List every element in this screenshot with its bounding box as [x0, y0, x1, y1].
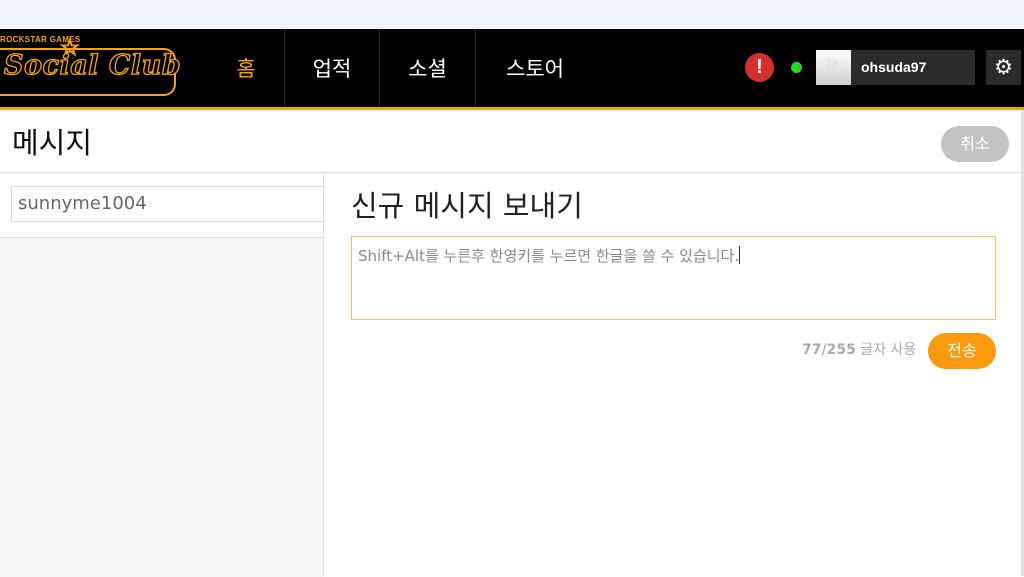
logo-script-text: Social Club	[3, 49, 182, 81]
message-textarea[interactable]: Shift+Alt를 누른후 한영키를 누르면 한글을 쓸 수 있습니다.	[351, 236, 996, 320]
character-counter: 77/255 글자 사용	[802, 339, 916, 359]
char-count-label: 글자 사용	[860, 342, 917, 358]
social-club-logo[interactable]: ROCKSTAR GAMES ☆ Social Club	[0, 36, 182, 102]
nav-item-social[interactable]: 소셜	[380, 29, 476, 107]
text-caret	[739, 246, 741, 264]
cancel-button[interactable]: 취소	[941, 126, 1009, 162]
page-title: 메시지	[12, 126, 93, 160]
message-text: Shift+Alt를 누른후 한영키를 누르면 한글을 쓸 수 있습니다.	[358, 247, 740, 265]
browser-top-strip	[0, 0, 1024, 29]
username: ohsuda97	[861, 59, 927, 75]
send-button[interactable]: 전송	[928, 333, 996, 369]
compose-title: 신규 메시지 보내기	[351, 189, 583, 223]
nav-item-store[interactable]: 스토어	[476, 29, 594, 107]
avatar-letter: R	[825, 56, 838, 77]
online-status-dot	[791, 62, 802, 73]
user-profile-button[interactable]: R ohsuda97	[816, 50, 975, 85]
gear-icon[interactable]: ⚙	[986, 50, 1021, 85]
conversation-list[interactable]	[0, 237, 323, 577]
nav-item-achievements[interactable]: 업적	[285, 29, 380, 107]
nav-item-home[interactable]: 홈	[208, 29, 285, 107]
char-count-value: 77/255	[802, 342, 856, 358]
avatar: R	[816, 50, 851, 85]
alert-icon[interactable]: !	[745, 53, 774, 82]
main-nav: 홈 업적 소셜 스토어	[208, 29, 594, 107]
page-header: 메시지 취소	[0, 110, 1024, 173]
recipient-input[interactable]: sunnyme1004	[11, 186, 324, 222]
conversation-sidebar: sunnyme1004	[0, 173, 324, 577]
